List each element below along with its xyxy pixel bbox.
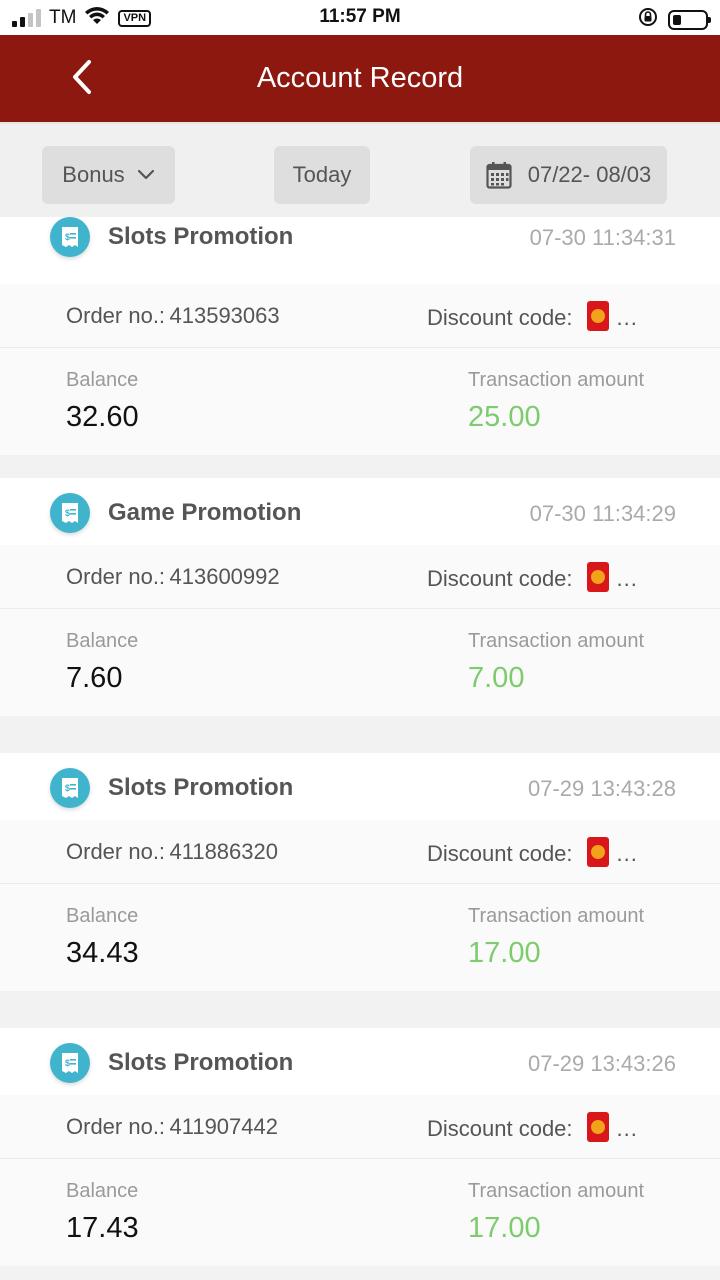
- discount-ellipsis: ...: [616, 1116, 638, 1141]
- order-number: 413600992: [169, 564, 280, 589]
- transaction-amount: 25.00: [468, 401, 541, 433]
- order-label: Order no.:: [66, 839, 166, 864]
- record-time: 07-30 11:34:31: [529, 225, 676, 250]
- battery-icon: [668, 9, 711, 30]
- record-header: $ Slots Promotion 07-30 11:34:31: [0, 217, 720, 284]
- transaction-label: Transaction amount: [468, 905, 645, 927]
- transaction-amount: 7.00: [468, 662, 525, 694]
- order-label: Order no.:: [66, 564, 166, 589]
- discount-ellipsis: ...: [616, 305, 638, 330]
- today-button[interactable]: Today: [274, 146, 370, 204]
- receipt-icon: $: [50, 1043, 90, 1083]
- receipt-icon: $: [50, 493, 90, 533]
- record-type-label: Bonus: [62, 162, 125, 187]
- balance-label: Balance: [66, 630, 139, 652]
- filter-bar: Bonus Today 07/22- 08/03: [0, 122, 720, 217]
- record-header: $ Slots Promotion 07-29 13:43:26: [0, 1028, 720, 1095]
- chevron-down-icon: [137, 169, 154, 180]
- amount-row: Balance 7.60 Transaction amount 7.00: [0, 609, 720, 716]
- amount-row: Balance 34.43 Transaction amount 17.00: [0, 884, 720, 991]
- rotation-lock-icon: [638, 7, 658, 32]
- order-label: Order no.:: [66, 303, 166, 328]
- status-bar-right: [638, 7, 711, 32]
- record-time: 07-29 13:43:28: [527, 776, 676, 801]
- record-header: $ Slots Promotion 07-29 13:43:28: [0, 753, 720, 820]
- balance-label: Balance: [66, 905, 139, 927]
- order-row: Order no.: 411886320 Discount code: ...: [0, 820, 720, 884]
- order-number: 413593063: [169, 303, 280, 328]
- calendar-icon: [486, 162, 512, 189]
- svg-text:$: $: [65, 1058, 70, 1068]
- balance-value: 7.60: [66, 662, 123, 694]
- transaction-label: Transaction amount: [468, 630, 645, 652]
- discount-label: Discount code:: [427, 1116, 573, 1141]
- date-range-picker[interactable]: 07/22- 08/03: [470, 146, 667, 204]
- record-list[interactable]: $ Slots Promotion 07-30 11:34:31 Order n…: [0, 217, 720, 1280]
- order-row: Order no.: 411907442 Discount code: ...: [0, 1095, 720, 1159]
- record-time: 07-30 11:34:29: [529, 501, 676, 526]
- balance-value: 34.43: [66, 937, 139, 969]
- discount-ellipsis: ...: [616, 841, 638, 866]
- record-title: Game Promotion: [108, 499, 302, 526]
- svg-text:$: $: [65, 232, 70, 242]
- amount-row: Balance 17.43 Transaction amount 17.00: [0, 1159, 720, 1266]
- record-header: $ Game Promotion 07-30 11:34:29: [0, 478, 720, 545]
- record-card[interactable]: $ Slots Promotion 07-29 13:43:26 Order n…: [0, 1028, 720, 1266]
- transaction-amount: 17.00: [468, 1212, 541, 1244]
- record-title: Slots Promotion: [108, 223, 294, 250]
- record-title: Slots Promotion: [108, 774, 294, 801]
- record-title: Slots Promotion: [108, 1049, 294, 1076]
- red-envelope-icon: [586, 301, 609, 331]
- discount-label: Discount code:: [427, 566, 573, 591]
- order-number: 411907442: [169, 1114, 279, 1139]
- order-row: Order no.: 413600992 Discount code: ...: [0, 545, 720, 609]
- today-label: Today: [292, 162, 352, 187]
- balance-label: Balance: [66, 369, 139, 391]
- balance-label: Balance: [66, 1180, 139, 1202]
- balance-value: 32.60: [66, 401, 139, 433]
- receipt-icon: $: [50, 217, 90, 257]
- order-number: 411886320: [169, 839, 279, 864]
- receipt-icon: $: [50, 768, 90, 808]
- order-label: Order no.:: [66, 1114, 166, 1139]
- discount-ellipsis: ...: [616, 566, 638, 591]
- status-time: 11:57 PM: [319, 6, 401, 27]
- transaction-label: Transaction amount: [468, 369, 645, 391]
- red-envelope-icon: [586, 1112, 609, 1142]
- transaction-amount: 17.00: [468, 937, 541, 969]
- page-title: Account Record: [256, 62, 464, 94]
- amount-row: Balance 32.60 Transaction amount 25.00: [0, 348, 720, 455]
- record-type-dropdown[interactable]: Bonus: [42, 146, 175, 204]
- svg-text:$: $: [65, 783, 70, 793]
- discount-label: Discount code:: [427, 841, 573, 866]
- record-card[interactable]: $ Game Promotion 07-30 11:34:29 Order no…: [0, 478, 720, 716]
- red-envelope-icon: [586, 562, 609, 592]
- svg-text:$: $: [65, 508, 70, 518]
- transaction-label: Transaction amount: [468, 1180, 645, 1202]
- status-bar: TM VPN 11:57 PM: [0, 0, 720, 35]
- balance-value: 17.43: [66, 1212, 139, 1244]
- date-range-label: 07/22- 08/03: [527, 162, 652, 187]
- order-row: Order no.: 413593063 Discount code: ...: [0, 284, 720, 348]
- record-card[interactable]: $ Slots Promotion 07-29 13:43:28 Order n…: [0, 753, 720, 991]
- record-card[interactable]: $ Slots Promotion 07-30 11:34:31 Order n…: [0, 217, 720, 455]
- app-header: Account Record: [0, 35, 720, 122]
- record-time: 07-29 13:43:26: [527, 1051, 676, 1076]
- discount-label: Discount code:: [427, 305, 573, 330]
- red-envelope-icon: [586, 837, 609, 867]
